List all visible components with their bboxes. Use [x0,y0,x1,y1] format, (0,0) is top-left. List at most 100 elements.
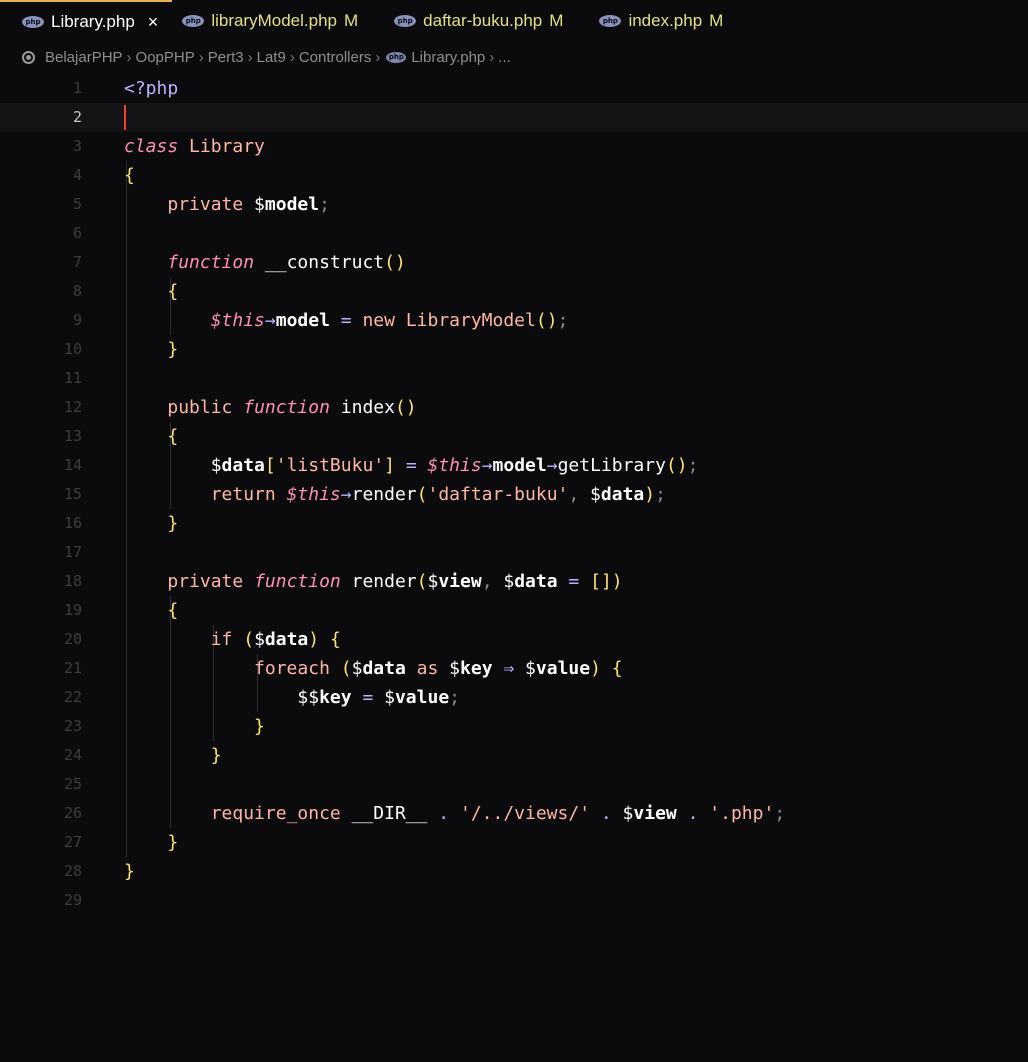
code-token: ) [644,484,656,505]
line-number: 14 [63,456,82,474]
breadcrumb-item[interactable]: Controllers [299,49,372,66]
code-line[interactable]: 9 $this→model = new LibraryModel(); [0,306,1028,335]
code-line[interactable]: 5 private $model; [0,190,1028,219]
code-line[interactable]: 6 [0,219,1028,248]
code-line[interactable]: 1 <?php [0,74,1028,103]
code-token: __construct [264,252,385,273]
code-text: class Library [124,132,265,161]
code-token: } [167,513,179,534]
breadcrumb-item[interactable]: Pert3 [208,49,244,66]
code-text: { [124,277,178,306]
modified-badge: M [549,11,564,30]
tab-index-php[interactable]: php index.php M [589,0,749,42]
code-line[interactable]: 21 foreach ($data as $key ⇒ $value) { [0,654,1028,683]
code-text: if ($data) { [124,625,341,654]
code-token: ; [319,194,330,215]
code-line[interactable]: 19 { [0,596,1028,625]
breadcrumb-item[interactable]: Library.php [411,49,485,66]
code-line[interactable]: 28} [0,857,1028,886]
code-editor[interactable]: 1 <?php 2 3 class Library 4{5 private $model;… [0,74,1028,1062]
code-token: { [329,629,341,650]
code-token: [ [264,455,276,476]
code-line[interactable]: 11 [0,364,1028,393]
code-line[interactable]: 29 [0,886,1028,915]
code-line[interactable]: 24 } [0,741,1028,770]
code-text: private $model; [124,190,330,219]
code-token: , [481,571,493,592]
code-token: $ [427,571,439,592]
code-token: { [167,281,179,302]
code-token: 'daftar-buku' [427,484,569,505]
line-number: 29 [63,891,82,909]
breadcrumb-outline-icon [22,50,35,64]
code-token: data [600,484,645,505]
code-token: → [481,455,493,476]
breadcrumb-item[interactable]: Lat9 [257,49,286,66]
line-number: 18 [63,572,82,590]
code-token: render [351,571,417,592]
code-text: } [124,741,222,770]
code-text: private function render($view, $data = [… [124,567,622,596]
code-line[interactable]: 10 } [0,335,1028,364]
breadcrumb-item[interactable]: BelajarPHP [45,49,123,66]
tab-library-php[interactable]: php Library.php × [0,0,173,42]
code-token: . [687,803,699,824]
close-icon[interactable]: × [148,12,159,33]
tab-daftar-buku-php[interactable]: php daftar-buku.php M [384,0,589,42]
breadcrumb-separator-icon: › [289,48,295,66]
code-line[interactable]: 26 require_once __DIR__ . '/../views/' .… [0,799,1028,828]
code-token: $this [286,484,341,505]
code-text: } [124,509,178,538]
modified-badge: M [344,11,359,30]
code-line[interactable]: 23 } [0,712,1028,741]
code-line[interactable]: 14 $data['listBuku'] = $this→model→getLi… [0,451,1028,480]
code-token: ( [243,629,255,650]
breadcrumb-item[interactable]: OopPHP [136,49,195,66]
code-token: } [167,832,179,853]
code-line[interactable]: 2 [0,103,1028,132]
code-line[interactable]: 16 } [0,509,1028,538]
code-text: { [124,161,135,190]
indent-guide [126,538,127,567]
line-number: 4 [72,166,82,184]
tab-label: libraryModel.php [211,11,337,30]
code-line[interactable]: 13 { [0,422,1028,451]
code-line[interactable]: 12 public function index() [0,393,1028,422]
code-line[interactable]: 22 $$key = $value; [0,683,1028,712]
tab-librarymodel-php[interactable]: php libraryModel.php M [172,0,384,42]
line-number: 22 [63,688,82,706]
code-line[interactable]: 25 [0,770,1028,799]
code-text: function __construct() [124,248,405,277]
code-token: ; [557,310,569,331]
code-line[interactable]: 8 { [0,277,1028,306]
php-file-icon: php [386,51,407,63]
code-token: { [124,165,135,186]
code-line[interactable]: 27 } [0,828,1028,857]
code-token: as [416,658,439,679]
code-line[interactable]: 20 if ($data) { [0,625,1028,654]
code-line[interactable]: 15 return $this→render('daftar-buku', $d… [0,480,1028,509]
indent-guide [126,219,127,248]
php-file-icon: php [599,15,622,27]
code-token: { [167,426,179,447]
code-token: $ [438,658,461,679]
code-line[interactable]: 18 private function render($view, $data … [0,567,1028,596]
breadcrumb-item[interactable]: ... [498,49,511,66]
tab-label: index.php [628,11,703,30]
code-token: $ [373,687,395,708]
code-line[interactable]: 17 [0,538,1028,567]
code-line[interactable]: 4{ [0,161,1028,190]
code-line[interactable]: 3 class Library [0,132,1028,161]
code-line[interactable]: 7 function __construct() [0,248,1028,277]
